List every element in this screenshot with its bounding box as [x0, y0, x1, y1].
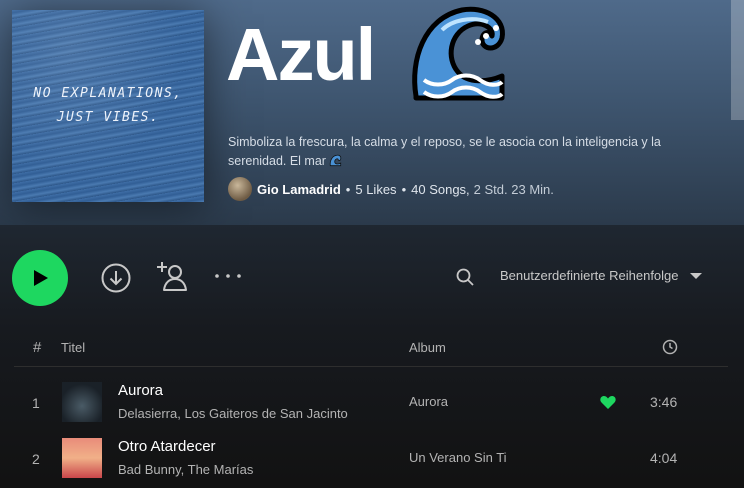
track-album[interactable]: Un Verano Sin Ti [409, 450, 507, 465]
column-header-number: # [33, 339, 42, 356]
water-wave-icon [412, 6, 506, 101]
playlist-title: Azul [226, 13, 376, 96]
avatar[interactable] [228, 177, 252, 201]
separator-dot: • [345, 181, 351, 197]
cover-text-line2: JUST VIBES. [56, 110, 160, 125]
water-wave-small-icon [329, 154, 342, 167]
play-icon [34, 270, 48, 286]
column-header-title[interactable]: Titel [61, 340, 85, 355]
clock-icon [662, 339, 678, 355]
header-divider [14, 366, 728, 367]
track-artist[interactable]: Bad Bunny, The Marías [118, 462, 253, 477]
download-icon [101, 263, 131, 293]
track-duration: 4:04 [650, 450, 678, 466]
column-header-duration[interactable] [662, 339, 678, 358]
track-number: 2 [32, 451, 40, 467]
separator-dot: • [401, 181, 407, 197]
add-user-icon [157, 262, 187, 291]
scrollbar[interactable] [731, 0, 744, 120]
download-button[interactable] [100, 262, 132, 294]
sort-dropdown[interactable]: Benutzerdefinierte Reihenfolge [500, 268, 703, 283]
play-button[interactable] [12, 250, 68, 306]
more-icon [215, 274, 241, 278]
track-album[interactable]: Aurora [409, 394, 448, 409]
cover-text-line1: NO EXPLANATIONS, [33, 86, 183, 101]
sort-label: Benutzerdefinierte Reihenfolge [500, 268, 679, 283]
search-icon [456, 268, 474, 286]
track-title[interactable]: Aurora [118, 382, 163, 399]
track-artist[interactable]: Delasierra, Los Gaiteros de San Jacinto [118, 406, 348, 421]
owner-name[interactable]: Gio Lamadrid [257, 182, 341, 197]
likes-count: 5 Likes [355, 181, 397, 197]
title-row: Azul [226, 0, 512, 110]
table-row[interactable]: 2 Otro Atardecer Bad Bunny, The Marías U… [0, 432, 744, 488]
chevron-down-icon [689, 272, 702, 279]
cover-text: NO EXPLANATIONS, JUST VIBES. [12, 82, 204, 130]
follow-user-button[interactable] [155, 260, 189, 294]
heart-icon[interactable] [599, 393, 617, 411]
playlist-duration: 2 Std. 23 Min. [473, 181, 554, 197]
playlist-cover[interactable]: NO EXPLANATIONS, JUST VIBES. [12, 10, 204, 202]
songs-count: 40 Songs, [411, 181, 470, 197]
track-duration: 3:46 [650, 394, 678, 410]
table-row[interactable]: 1 Aurora Delasierra, Los Gaiteros de San… [0, 376, 744, 432]
more-options-button[interactable] [213, 266, 243, 286]
playlist-description: Simboliza la frescura, la calma y el rep… [228, 133, 708, 171]
description-text: Simboliza la frescura, la calma y el rep… [228, 135, 661, 168]
playlist-meta: Gio Lamadrid • 5 Likes • 40 Songs, 2 Std… [228, 177, 554, 201]
track-cover [62, 438, 102, 478]
track-cover [62, 382, 102, 422]
track-number: 1 [32, 395, 40, 411]
track-title[interactable]: Otro Atardecer [118, 438, 216, 455]
search-in-playlist-button[interactable] [454, 266, 476, 288]
column-header-album[interactable]: Album [409, 340, 446, 355]
